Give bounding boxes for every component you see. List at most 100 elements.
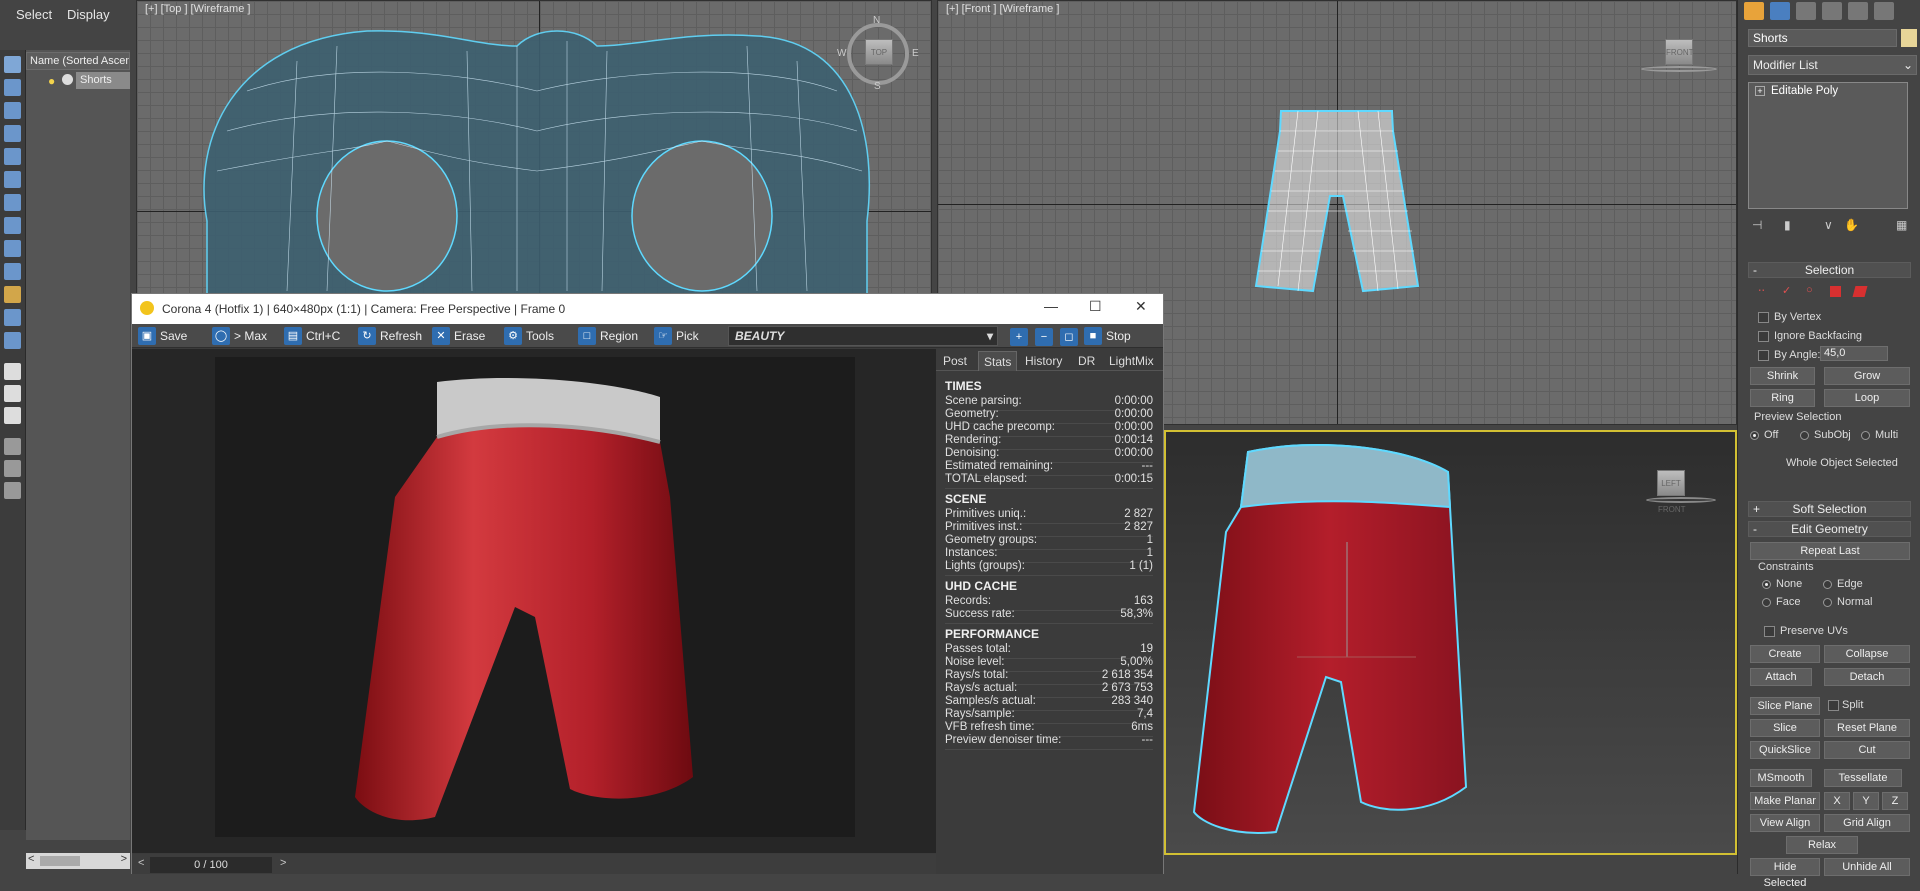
viewcube-perspective[interactable]: LEFT FRONT <box>1657 470 1686 514</box>
stop-button[interactable]: ■ Stop <box>1082 327 1131 345</box>
layer-icon[interactable] <box>4 482 21 499</box>
preview-subobj-radio[interactable] <box>1800 431 1809 440</box>
list-icon[interactable] <box>4 407 21 424</box>
grid-align-button[interactable]: Grid Align <box>1824 814 1910 832</box>
display-tab-icon[interactable] <box>1848 2 1868 20</box>
create-button[interactable]: Create <box>1750 645 1820 663</box>
filter-funnel-icon[interactable] <box>4 438 21 455</box>
planar-y-button[interactable]: Y <box>1853 792 1879 810</box>
cut-button[interactable]: Cut <box>1824 741 1910 759</box>
hidden-filter-icon[interactable] <box>4 332 21 349</box>
constraint-none-radio[interactable] <box>1762 580 1771 589</box>
document-icon[interactable] <box>4 363 21 380</box>
explorer-scrollbar[interactable]: < > <box>26 853 130 869</box>
utilities-tab-icon[interactable] <box>1874 2 1894 20</box>
zoom-out-button[interactable]: − <box>1035 327 1053 346</box>
quickslice-button[interactable]: QuickSlice <box>1750 741 1820 759</box>
close-icon[interactable]: ✕ <box>1135 298 1147 315</box>
preview-off-radio[interactable] <box>1750 431 1759 440</box>
frozen-filter-icon[interactable] <box>4 309 21 326</box>
border-icon[interactable]: ○ <box>1806 284 1813 296</box>
maximize-icon[interactable]: ☐ <box>1089 298 1102 315</box>
stack-item-editable-poly[interactable]: + Editable Poly <box>1751 85 1905 100</box>
msmooth-button[interactable]: MSmooth <box>1750 769 1812 787</box>
spacewarp-filter-icon[interactable] <box>4 194 21 211</box>
pin-stack-icon[interactable]: ⊣ <box>1752 218 1762 232</box>
grow-button[interactable]: Grow <box>1824 367 1910 385</box>
refresh-button[interactable]: ↻ Refresh <box>356 327 422 345</box>
rendered-image[interactable] <box>215 357 855 837</box>
minimize-icon[interactable]: — <box>1044 298 1058 314</box>
prev-pass-icon[interactable]: < <box>138 857 144 869</box>
scroll-left-icon[interactable]: < <box>28 853 34 865</box>
remove-modifier-icon[interactable]: ✋ <box>1844 218 1859 232</box>
zoom-fit-button[interactable]: ◻ <box>1060 327 1078 346</box>
angle-spinner[interactable]: 45,0 <box>1820 346 1888 361</box>
soft-selection-rollout[interactable]: + Soft Selection <box>1748 501 1911 517</box>
ring-button[interactable]: Ring <box>1750 389 1815 407</box>
wireframe-top-shorts[interactable] <box>137 1 932 295</box>
configure-sets-icon[interactable]: ▦ <box>1896 218 1907 232</box>
planar-z-button[interactable]: Z <box>1882 792 1908 810</box>
bone-filter-icon[interactable] <box>4 263 21 280</box>
element-icon[interactable] <box>1852 286 1868 297</box>
group-filter-icon[interactable] <box>4 217 21 234</box>
vertex-icon[interactable]: ⋅⋅ <box>1758 284 1765 297</box>
viewcube-front[interactable]: FRONT <box>1665 39 1694 65</box>
modify-tab-icon[interactable] <box>1770 2 1790 20</box>
relax-button[interactable]: Relax <box>1786 836 1858 854</box>
slice-button[interactable]: Slice <box>1750 719 1820 737</box>
render-pass-dropdown[interactable]: BEAUTY ▾ <box>728 326 998 346</box>
explorer-row[interactable]: ● Shorts <box>26 72 130 90</box>
scroll-right-icon[interactable]: > <box>121 853 127 865</box>
slice-plane-button[interactable]: Slice Plane <box>1750 697 1820 715</box>
freeze-icon[interactable] <box>62 74 73 85</box>
attach-button[interactable]: Attach <box>1750 668 1812 686</box>
by-angle-checkbox[interactable] <box>1758 350 1769 361</box>
collapse-button[interactable]: Collapse <box>1824 645 1910 663</box>
tab-stats[interactable]: Stats <box>978 351 1018 371</box>
viewcube-ring[interactable] <box>1646 497 1716 503</box>
edge-icon[interactable]: ✓ <box>1782 284 1791 297</box>
by-vertex-checkbox[interactable] <box>1758 312 1769 323</box>
zoom-in-button[interactable]: + <box>1010 327 1028 346</box>
constraint-face-radio[interactable] <box>1762 598 1771 607</box>
object-name-field[interactable]: Shorts <box>1748 29 1897 47</box>
make-unique-icon[interactable]: ∨ <box>1824 218 1833 232</box>
view-align-button[interactable]: View Align <box>1750 814 1820 832</box>
to-max-button[interactable]: ◯ > Max <box>210 327 267 345</box>
explorer-column-header[interactable]: Name (Sorted Ascen <box>26 52 130 70</box>
create-tab-icon[interactable] <box>1744 2 1764 20</box>
save-button[interactable]: ▣ Save <box>136 327 187 345</box>
tab-dr[interactable]: DR <box>1073 351 1100 371</box>
menu-select[interactable]: Select <box>16 7 52 22</box>
object-color-swatch[interactable] <box>1901 29 1917 47</box>
modifier-list-dropdown[interactable]: Modifier List ⌄ <box>1748 55 1917 75</box>
viewport-label-front[interactable]: [+] [Front ] [Wireframe ] <box>946 3 1059 15</box>
reset-plane-button[interactable]: Reset Plane <box>1824 719 1910 737</box>
container-filter-icon[interactable] <box>4 286 21 303</box>
shaded-perspective-shorts[interactable] <box>1166 432 1737 855</box>
viewport-top[interactable]: [+] [Top ] [Wireframe ] TOP N S E W <box>136 0 932 295</box>
planar-x-button[interactable]: X <box>1824 792 1850 810</box>
hierarchy-icon[interactable] <box>4 460 21 477</box>
preserve-uvs-checkbox[interactable] <box>1764 626 1775 637</box>
expand-icon[interactable]: + <box>1755 86 1765 96</box>
pick-button[interactable]: ☞ Pick <box>652 327 699 345</box>
viewcube-ring[interactable] <box>1641 66 1717 72</box>
vfb-titlebar[interactable]: Corona 4 (Hotfix 1) | 640×480px (1:1) | … <box>132 294 1163 324</box>
menu-display[interactable]: Display <box>67 7 110 22</box>
polygon-icon[interactable] <box>1830 286 1841 297</box>
vfb-render-area[interactable] <box>132 349 936 853</box>
camera-filter-icon[interactable] <box>4 148 21 165</box>
tab-post[interactable]: Post <box>938 351 972 371</box>
viewport-perspective[interactable]: LEFT FRONT <box>1164 430 1737 855</box>
helper-filter-icon[interactable] <box>4 171 21 188</box>
light-filter-icon[interactable] <box>4 125 21 142</box>
region-button[interactable]: □ Region <box>576 327 638 345</box>
viewport-label-top[interactable]: [+] [Top ] [Wireframe ] <box>145 3 250 15</box>
shape-filter-icon[interactable] <box>4 102 21 119</box>
loop-button[interactable]: Loop <box>1824 389 1910 407</box>
repeat-last-button[interactable]: Repeat Last <box>1750 542 1910 560</box>
tessellate-button[interactable]: Tessellate <box>1824 769 1902 787</box>
